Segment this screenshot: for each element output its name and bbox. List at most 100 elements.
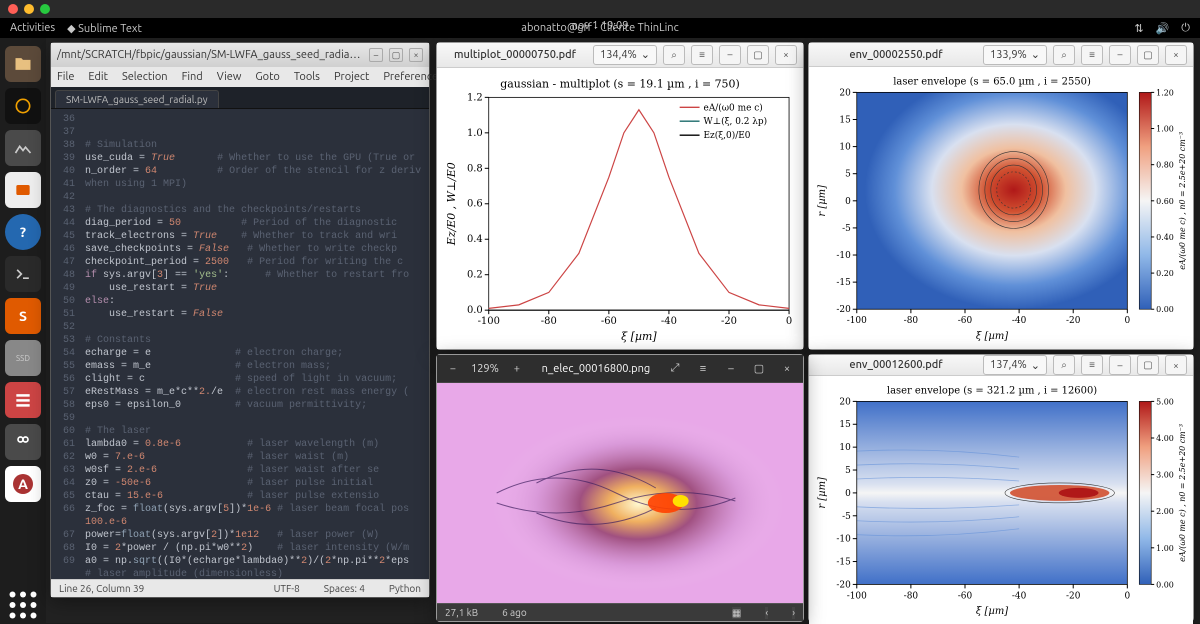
prev-icon[interactable]: ‹ xyxy=(765,607,768,619)
code-area[interactable]: # Simulation use_cuda = True # Whether t… xyxy=(79,109,429,579)
show-apps-icon[interactable] xyxy=(5,587,41,623)
maximize-button[interactable]: ▢ xyxy=(1137,45,1159,65)
zoom-in-icon[interactable]: + xyxy=(507,359,527,379)
menu-icon[interactable]: ≡ xyxy=(1081,355,1103,375)
svg-text:ξ [µm]: ξ [µm] xyxy=(976,606,1008,617)
minimize-button[interactable]: – xyxy=(1109,355,1131,375)
svg-text:20: 20 xyxy=(839,397,851,407)
zoom-out-icon[interactable]: − xyxy=(443,359,463,379)
minimize-button[interactable]: – xyxy=(719,45,741,65)
menu-icon[interactable]: ≡ xyxy=(693,359,713,379)
multiplot-window: multiplot_00000750.pdf 134,4% ⌄ ⌕ ≡ – ▢ … xyxy=(436,42,804,350)
gnome-topbar: Activities ◆ Sublime Text abonatto@gff -… xyxy=(0,18,1200,38)
close-button[interactable]: × xyxy=(409,48,423,62)
menu-view[interactable]: View xyxy=(217,71,242,83)
minimize-button[interactable]: – xyxy=(721,359,741,379)
dock-terminal-icon[interactable] xyxy=(5,256,41,292)
menu-find[interactable]: Find xyxy=(182,71,203,83)
multiplot-filename: multiplot_00000750.pdf xyxy=(443,49,587,61)
dock-rhythmbox-icon[interactable] xyxy=(5,88,41,124)
svg-text:-80: -80 xyxy=(541,316,557,327)
maximize-button[interactable]: ▢ xyxy=(749,359,769,379)
svg-text:15: 15 xyxy=(839,420,850,430)
next-icon[interactable]: › xyxy=(792,607,795,619)
svg-text:0: 0 xyxy=(1124,591,1130,601)
close-button[interactable]: × xyxy=(775,45,797,65)
volume-icon[interactable]: 🔊 xyxy=(1156,22,1170,35)
menu-file[interactable]: File xyxy=(57,71,74,83)
dock-viewer-icon[interactable] xyxy=(5,424,41,460)
fullscreen-icon[interactable]: ⤢ xyxy=(665,359,685,379)
svg-text:0: 0 xyxy=(1124,317,1130,327)
network-icon[interactable]: ⇅ xyxy=(1134,22,1143,35)
dock-help-icon[interactable]: ? xyxy=(5,214,41,250)
menu-preferences[interactable]: Preferences xyxy=(383,71,443,83)
clock[interactable]: nov 1 19:09 xyxy=(572,20,629,32)
menu-icon[interactable]: ≡ xyxy=(691,45,713,65)
zoom-value: 129% xyxy=(471,363,499,375)
svg-text:-20: -20 xyxy=(1066,591,1081,601)
menu-icon[interactable]: ≡ xyxy=(1081,45,1103,65)
minimize-button[interactable]: – xyxy=(1109,45,1131,65)
sublime-tabbar: SM-LWFA_gauss_seed_radial.py xyxy=(51,87,429,109)
dock-monitor-icon[interactable] xyxy=(5,130,41,166)
menu-tools[interactable]: Tools xyxy=(294,71,320,83)
status-position: Line 26, Column 39 xyxy=(59,583,144,594)
sublime-titlebar[interactable]: /mnt/SCRATCH/fbpic/gaussian/SM-LWFA_gaus… xyxy=(51,43,429,67)
dock-files-icon[interactable] xyxy=(5,46,41,82)
multiplot-plot: gaussian - multiplot (s = 19.1 µm , i = … xyxy=(437,68,803,349)
svg-text:0.40: 0.40 xyxy=(1156,233,1174,242)
status-language[interactable]: Python xyxy=(389,583,421,594)
sublime-menubar: File Edit Selection Find View Goto Tools… xyxy=(51,67,429,87)
dock: ? S SSD A xyxy=(0,38,46,623)
dock-screenshot-icon[interactable] xyxy=(5,172,41,208)
svg-text:r [µm]: r [µm] xyxy=(817,477,828,509)
dock-disk-icon[interactable]: SSD xyxy=(5,340,41,376)
svg-text:Ez/E0 , W⊥/E0: Ez/E0 , W⊥/E0 xyxy=(445,162,458,246)
menu-project[interactable]: Project xyxy=(334,71,369,83)
status-encoding[interactable]: UTF-8 xyxy=(274,583,300,594)
search-icon[interactable]: ⌕ xyxy=(1053,45,1075,65)
close-dot[interactable] xyxy=(8,4,18,14)
file-tab[interactable]: SM-LWFA_gauss_seed_radial.py xyxy=(55,90,219,108)
maximize-button[interactable]: ▢ xyxy=(389,48,403,62)
svg-text:-80: -80 xyxy=(904,591,919,601)
minimize-dot[interactable] xyxy=(24,4,34,14)
svg-text:ξ [µm]: ξ [µm] xyxy=(976,332,1008,343)
svg-text:0.8: 0.8 xyxy=(467,163,483,174)
dock-update-icon[interactable]: A xyxy=(5,466,41,502)
power-icon[interactable]: ⏻ xyxy=(1181,22,1190,35)
editor[interactable]: 36 37 38 39 40 41 42 43 44 45 46 47 48 4… xyxy=(51,109,429,579)
env1-filename: env_00002550.pdf xyxy=(815,49,977,61)
zoom-selector[interactable]: 137,4% ⌄ xyxy=(983,355,1047,375)
svg-text:-20: -20 xyxy=(836,306,851,316)
svg-text:1.00: 1.00 xyxy=(1156,544,1174,553)
nelec-size: 27,1 kB xyxy=(445,607,478,618)
search-icon[interactable]: ⌕ xyxy=(663,45,685,65)
menu-edit[interactable]: Edit xyxy=(88,71,108,83)
svg-text:-60: -60 xyxy=(601,316,617,327)
zoom-selector[interactable]: 134,4% ⌄ xyxy=(593,45,657,65)
menu-selection[interactable]: Selection xyxy=(122,71,168,83)
grid-icon[interactable]: ▦ xyxy=(732,607,741,619)
close-button[interactable]: × xyxy=(1165,355,1187,375)
svg-text:10: 10 xyxy=(839,143,851,153)
status-spaces[interactable]: Spaces: 4 xyxy=(324,583,365,594)
svg-text:1.2: 1.2 xyxy=(467,92,483,103)
close-button[interactable]: × xyxy=(777,359,797,379)
dock-sublime-icon[interactable]: S xyxy=(5,298,41,334)
maximize-button[interactable]: ▢ xyxy=(747,45,769,65)
minimize-button[interactable]: – xyxy=(369,48,383,62)
dock-tasks-icon[interactable] xyxy=(5,382,41,418)
close-button[interactable]: × xyxy=(1165,45,1187,65)
svg-text:4.00: 4.00 xyxy=(1156,434,1174,443)
search-icon[interactable]: ⌕ xyxy=(1053,355,1075,375)
zoom-dot[interactable] xyxy=(40,4,50,14)
menu-goto[interactable]: Goto xyxy=(255,71,279,83)
zoom-selector[interactable]: 133,9% ⌄ xyxy=(983,45,1047,65)
svg-text:0.00: 0.00 xyxy=(1156,306,1174,315)
maximize-button[interactable]: ▢ xyxy=(1137,355,1159,375)
svg-text:-40: -40 xyxy=(1012,317,1027,327)
activities-button[interactable]: Activities xyxy=(10,22,55,34)
app-menu[interactable]: ◆ Sublime Text xyxy=(67,22,142,35)
